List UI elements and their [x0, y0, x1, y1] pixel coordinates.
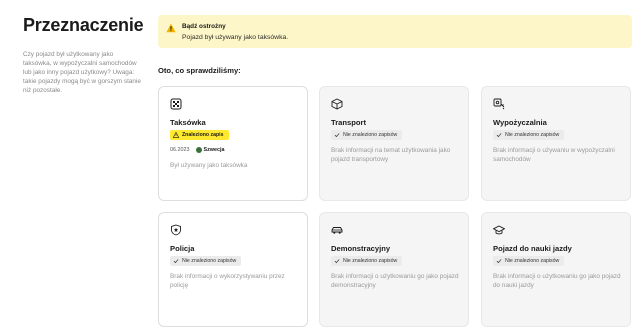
status-badge: Nie znaleziono zapisów [331, 130, 403, 140]
card-title: Policja [170, 244, 195, 253]
card-info: Brak informacji na temat użytkowania jak… [331, 147, 451, 163]
card-info: Brak informacji o używaniu w wypożyczaln… [493, 147, 615, 163]
card-title: Taksówka [170, 118, 206, 127]
status-badge: Nie znaleziono zapisów [493, 130, 565, 140]
check-icon [173, 259, 179, 264]
check-icon [334, 259, 340, 264]
check-icon [496, 259, 502, 264]
badge-label: Nie znaleziono zapisów [182, 258, 237, 264]
graduation-cap-icon [493, 225, 505, 235]
status-badge: Nie znaleziono zapisów [331, 256, 403, 266]
warning-title: Bądź ostrożny [182, 23, 226, 30]
section-description: Czy pojazd był użytkowany jako taksówka,… [23, 51, 141, 94]
warning-banner: Bądź ostrożny Pojazd był używany jako ta… [158, 15, 632, 48]
demo-car-icon [331, 227, 343, 234]
warning-triangle-icon [173, 132, 179, 138]
status-badge: Nie znaleziono zapisów [493, 256, 565, 266]
status-badge: Nie znaleziono zapisów [170, 256, 242, 266]
record-meta: 06.2023 Szwecja [170, 147, 224, 153]
record-country: Szwecja [195, 147, 225, 153]
card-transport: Transport Nie znaleziono zapisów Brak in… [319, 86, 469, 201]
warning-text: Pojazd był używany jako taksówka. [182, 34, 289, 41]
card-title: Wypożyczalnia [493, 118, 547, 127]
card-rental: Wypożyczalnia Nie znaleziono zapisów Bra… [481, 86, 631, 201]
card-info: Brak informacji o użytkowaniu go jako po… [331, 273, 459, 289]
page-title: Przeznaczenie [23, 15, 144, 35]
card-title: Pojazd do nauki jazdy [493, 244, 572, 253]
country-label: Szwecja [203, 147, 225, 153]
checked-heading: Oto, co sprawdziliśmy: [158, 66, 241, 75]
check-icon [496, 133, 502, 138]
card-taxi: Taksówka Znaleziono zapis 06.2023 Szwecj… [158, 86, 308, 201]
card-info: Był używany jako taksówka [170, 162, 248, 169]
card-police: Policja Nie znaleziono zapisów Brak info… [158, 212, 308, 327]
rental-key-icon [493, 98, 505, 110]
badge-label: Nie znaleziono zapisów [343, 258, 398, 264]
check-icon [334, 133, 340, 138]
card-driving-school: Pojazd do nauki jazdy Nie znaleziono zap… [481, 212, 631, 327]
box-icon [331, 98, 343, 110]
left-panel: Przeznaczenie Czy pojazd był użytkowany … [23, 14, 144, 95]
record-date: 06.2023 [170, 147, 190, 153]
badge-label: Znaleziono zapis [182, 132, 224, 138]
card-title: Demonstracyjny [331, 244, 391, 253]
warning-triangle-icon [166, 23, 176, 33]
flag-icon [195, 147, 202, 153]
badge-label: Nie znaleziono zapisów [343, 132, 398, 138]
card-info: Brak informacji o użytkowaniu go jako po… [493, 273, 621, 289]
status-badge: Znaleziono zapis [170, 130, 229, 140]
badge-label: Nie znaleziono zapisów [505, 132, 560, 138]
badge-label: Nie znaleziono zapisów [505, 258, 560, 264]
police-shield-icon [171, 224, 181, 236]
card-title: Transport [331, 118, 367, 127]
card-demo: Demonstracyjny Nie znaleziono zapisów Br… [319, 212, 469, 327]
taxi-icon [170, 98, 182, 110]
card-info: Brak informacji o wykorzystywaniu przez … [170, 273, 285, 289]
